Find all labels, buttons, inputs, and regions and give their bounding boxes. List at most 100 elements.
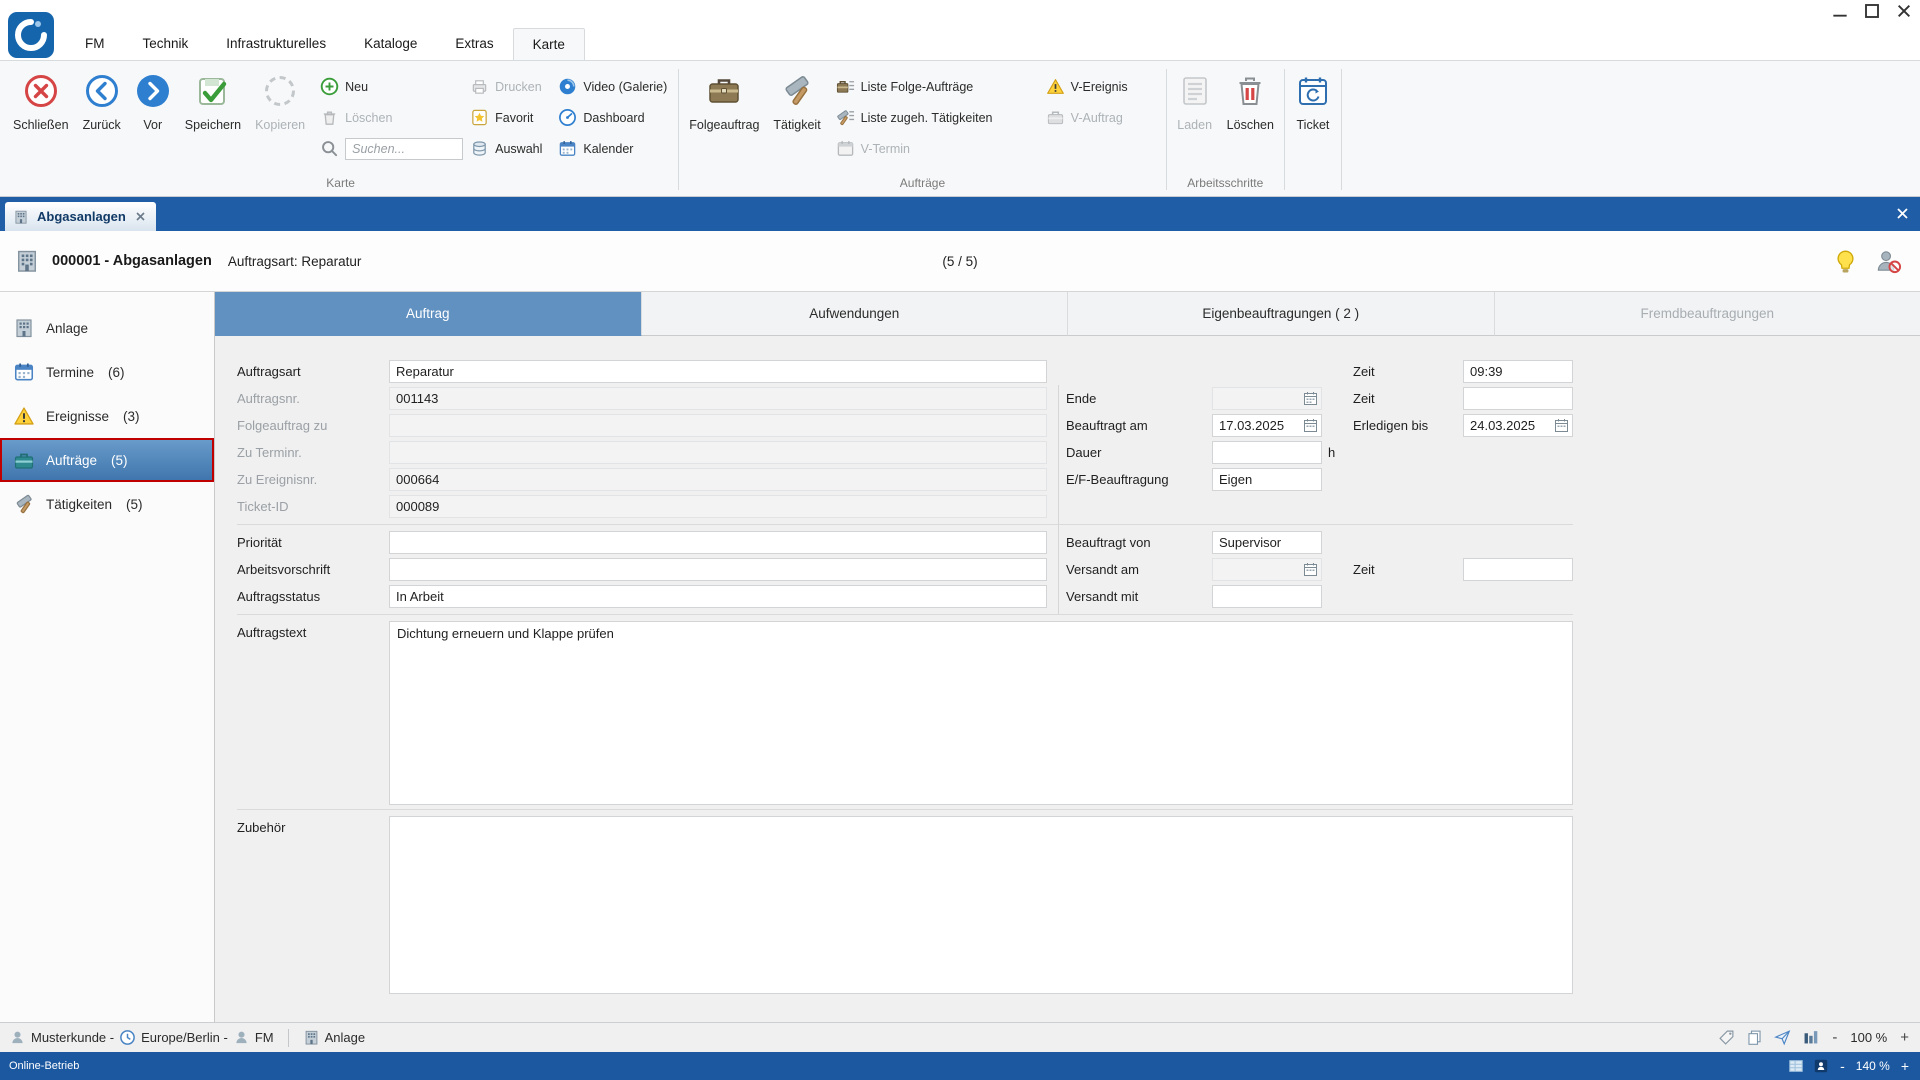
v-ereignis-button[interactable]: V-Ereignis	[1038, 71, 1163, 102]
neu-button[interactable]: Neu	[312, 71, 462, 102]
speichern-button[interactable]: Speichern	[178, 63, 248, 169]
v-auftrag-label: V-Auftrag	[1071, 111, 1123, 125]
arbeitsvorschrift-field[interactable]	[389, 558, 1047, 581]
calendar-picker-icon[interactable]	[1303, 562, 1318, 577]
menu-tab-karte[interactable]: Karte	[513, 28, 585, 60]
favorit-button[interactable]: Favorit	[462, 102, 550, 133]
folgeauftrag-zu-field[interactable]	[389, 414, 1047, 437]
zeit-field[interactable]	[1463, 558, 1573, 581]
sidebar-item-anlage[interactable]: Anlage	[0, 306, 214, 350]
ef-beauftragung-field[interactable]: Eigen	[1212, 468, 1322, 491]
menu-tab-extras[interactable]: Extras	[436, 28, 512, 60]
zoom-out-button[interactable]: -	[1838, 1059, 1847, 1073]
pages-icon[interactable]	[1746, 1029, 1763, 1046]
auftragsnr-field[interactable]: 001143	[389, 387, 1047, 410]
ticket-label: Ticket	[1297, 118, 1330, 132]
search-input[interactable]	[345, 138, 463, 160]
home-tile-icon[interactable]	[1813, 1058, 1829, 1074]
erledigen-bis-field[interactable]: 24.03.2025	[1463, 414, 1573, 437]
menu-tab-technik[interactable]: Technik	[124, 28, 208, 60]
zeit-field[interactable]	[1463, 387, 1573, 410]
content-tabs: Auftrag Aufwendungen Eigenbeauftragungen…	[215, 292, 1920, 336]
drucken-button[interactable]: Drucken	[462, 71, 550, 102]
zeit-field[interactable]: 09:39	[1463, 360, 1573, 383]
liste-taetigkeiten-button[interactable]: Liste zugeh. Tätigkeiten	[828, 102, 1038, 133]
folgeauftrag-button[interactable]: Folgeauftrag	[682, 63, 766, 169]
sidebar-item-termine[interactable]: Termine (6)	[0, 350, 214, 394]
sidebar-item-ereignisse[interactable]: Ereignisse (3)	[0, 394, 214, 438]
menu-tab-infrastrukturelles[interactable]: Infrastrukturelles	[207, 28, 345, 60]
versandt-mit-field[interactable]	[1212, 585, 1322, 608]
sidebar-item-auftraege[interactable]: Aufträge (5)	[0, 438, 214, 482]
ticket-id-field[interactable]: 000089	[389, 495, 1047, 518]
calendar-picker-icon[interactable]	[1554, 418, 1569, 433]
zoom-out-button[interactable]: -	[1830, 1030, 1839, 1045]
context-name: Anlage	[325, 1030, 365, 1045]
close-window-icon[interactable]	[1896, 4, 1912, 18]
trash-icon	[320, 108, 339, 127]
calendar-picker-icon[interactable]	[1303, 391, 1318, 406]
laden-button[interactable]: Laden	[1170, 63, 1220, 169]
kopieren-button[interactable]: Kopieren	[248, 63, 312, 169]
tab-fremdbeauftragungen[interactable]: Fremdbeauftragungen	[1495, 292, 1920, 336]
briefcase-icon	[706, 73, 742, 109]
zu-terminr-field[interactable]	[389, 441, 1047, 464]
tab-aufwendungen[interactable]: Aufwendungen	[642, 292, 1069, 336]
trash-red-icon	[1232, 73, 1268, 109]
dauer-field[interactable]	[1212, 441, 1322, 464]
rightzone: Zeit	[1342, 387, 1573, 410]
send-plane-icon[interactable]	[1774, 1029, 1791, 1046]
document-tab-abgasanlagen[interactable]: Abgasanlagen	[5, 202, 156, 231]
zurueck-button[interactable]: Zurück	[76, 63, 128, 169]
v-termin-button[interactable]: V-Termin	[828, 133, 1038, 164]
loeschen-button[interactable]: Löschen	[312, 102, 462, 133]
bottombar-right: - 140 % +	[1788, 1058, 1911, 1074]
sidebar-item-taetigkeiten[interactable]: Tätigkeiten (5)	[0, 482, 214, 526]
city-bars-icon[interactable]	[1802, 1029, 1819, 1046]
schliessen-button[interactable]: Schließen	[6, 63, 76, 169]
calendar-picker-icon[interactable]	[1303, 418, 1318, 433]
zoom-in-button[interactable]: +	[1898, 1030, 1911, 1045]
minimize-icon[interactable]	[1832, 4, 1848, 18]
zubehoer-textarea[interactable]	[389, 816, 1573, 994]
midzone: Beauftragt am 17.03.2025	[1058, 414, 1342, 437]
close-all-tabs-icon[interactable]	[1895, 206, 1910, 221]
beauftragt-von-field[interactable]: Supervisor	[1212, 531, 1322, 554]
zu-ereignisnr-field[interactable]: 000664	[389, 468, 1047, 491]
sidebar-item-label: Aufträge	[46, 453, 97, 468]
form-row: Folgeauftrag zu Beauftragt am 17.03.2025…	[215, 412, 1920, 439]
group-label-arbeitsschritte: Arbeitsschritte	[1170, 175, 1281, 195]
video-galerie-button[interactable]: Video (Galerie)	[550, 71, 675, 102]
ende-field[interactable]	[1212, 387, 1322, 410]
table-grid-icon[interactable]	[1788, 1058, 1804, 1074]
auftragstext-textarea[interactable]: Dichtung erneuern und Klappe prüfen	[389, 621, 1573, 805]
sidebar-item-count: (5)	[126, 497, 143, 512]
versandt-mit-label: Versandt mit	[1066, 589, 1212, 604]
auswahl-button[interactable]: Auswahl	[462, 133, 550, 164]
tag-icon[interactable]	[1718, 1029, 1735, 1046]
arbeitsschritt-loeschen-button[interactable]: Löschen	[1220, 63, 1281, 169]
prioritaet-field[interactable]	[389, 531, 1047, 554]
versandt-am-field[interactable]	[1212, 558, 1322, 581]
auftragsart-field[interactable]: Reparatur	[389, 360, 1047, 383]
auftragsstatus-field[interactable]: In Arbeit	[389, 585, 1047, 608]
tab-close-icon[interactable]	[134, 210, 147, 223]
menu-tab-kataloge[interactable]: Kataloge	[345, 28, 436, 60]
person-blocked-icon[interactable]	[1875, 248, 1902, 275]
ticket-button[interactable]: Ticket	[1288, 63, 1338, 169]
taetigkeit-button[interactable]: Tätigkeit	[766, 63, 827, 169]
v-auftrag-button[interactable]: V-Auftrag	[1038, 102, 1163, 133]
separator	[237, 614, 1573, 615]
beauftragt-am-field[interactable]: 17.03.2025	[1212, 414, 1322, 437]
menu-tab-fm[interactable]: FM	[66, 28, 124, 60]
dashboard-button[interactable]: Dashboard	[550, 102, 675, 133]
maximize-icon[interactable]	[1864, 4, 1880, 18]
vor-button[interactable]: Vor	[128, 63, 178, 169]
zoom-in-button[interactable]: +	[1899, 1059, 1911, 1073]
tab-auftrag[interactable]: Auftrag	[215, 292, 642, 336]
liste-folge-auftraege-button[interactable]: Liste Folge-Aufträge	[828, 71, 1038, 102]
kalender-button[interactable]: Kalender	[550, 133, 675, 164]
tab-eigenbeauftragungen[interactable]: Eigenbeauftragungen ( 2 )	[1068, 292, 1495, 336]
lightbulb-icon[interactable]	[1832, 248, 1859, 275]
form-row: Zu Ereignisnr. 000664 E/F-Beauftragung E…	[215, 466, 1920, 493]
